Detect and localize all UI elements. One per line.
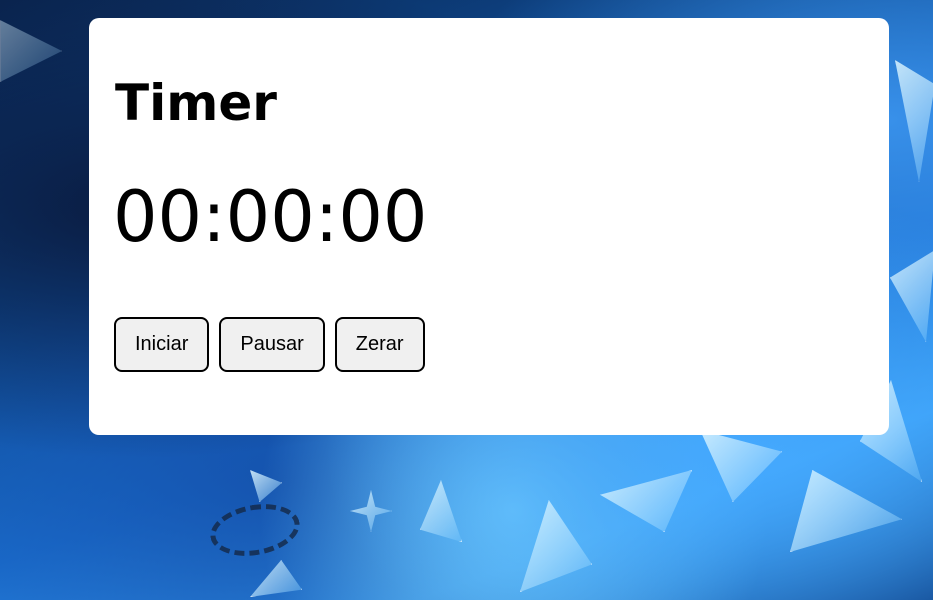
ice-shard	[420, 480, 462, 542]
timer-controls: Iniciar Pausar Zerar	[114, 317, 425, 372]
ice-shard	[350, 490, 392, 532]
pause-button[interactable]: Pausar	[219, 317, 325, 372]
ice-shard	[0, 20, 62, 82]
ice-shard	[250, 560, 302, 597]
timer-title: Timer	[115, 74, 277, 132]
ice-shard	[700, 430, 782, 502]
timer-panel: Timer 00:00:00 Iniciar Pausar Zerar	[89, 18, 889, 435]
ice-shard	[895, 60, 933, 182]
gear-icon	[206, 497, 304, 563]
ice-shard	[890, 250, 933, 342]
ice-shard	[790, 470, 902, 552]
start-button[interactable]: Iniciar	[114, 317, 210, 372]
ice-shard	[250, 470, 282, 502]
ice-shard	[600, 470, 692, 532]
timer-display: 00:00:00	[113, 176, 428, 258]
reset-button[interactable]: Zerar	[334, 317, 425, 372]
ice-shard	[520, 500, 592, 592]
